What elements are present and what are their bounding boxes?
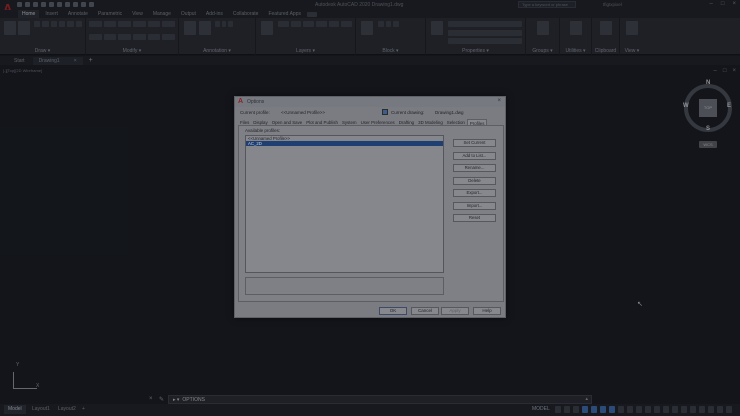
list-item[interactable]: AC_2D [246, 141, 443, 146]
profiles-tab-content: Available profiles: <<Unnamed Profile>> … [238, 126, 504, 302]
tab-display[interactable]: Display [251, 119, 269, 125]
autocad-window: A Autodesk AutoCAD 2020 Drawing1.dwg Typ… [0, 0, 740, 416]
rename-button[interactable]: Rename... [453, 164, 496, 172]
dialog-title-bar[interactable]: A Options × [235, 97, 505, 107]
apply-button[interactable]: Apply [441, 307, 469, 315]
dialog-title: Options [247, 99, 265, 105]
tab-user-preferences[interactable]: User Preferences [359, 119, 397, 125]
tab-3d-modeling[interactable]: 3D Modeling [416, 119, 445, 125]
current-profile-label: Current profile: [240, 110, 270, 115]
profiles-list[interactable]: <<Unnamed Profile>> AC_2D [245, 135, 444, 273]
options-dialog: A Options × Current profile: <<Unnamed P… [234, 96, 506, 318]
ok-button[interactable]: OK [379, 307, 407, 315]
current-drawing-label: Current drawing: [391, 110, 425, 115]
dialog-logo: A [238, 98, 244, 105]
dialog-close-icon[interactable]: × [497, 98, 501, 104]
tab-drafting[interactable]: Drafting [397, 119, 416, 125]
delete-button[interactable]: Delete [453, 177, 496, 185]
cancel-button[interactable]: Cancel [411, 307, 439, 315]
tab-selection[interactable]: Selection [445, 119, 467, 125]
tab-profiles[interactable]: Profiles [466, 119, 488, 126]
drawing-file-icon [382, 109, 388, 115]
current-drawing-value: Drawing1.dwg [435, 110, 464, 115]
export-button[interactable]: Export... [453, 189, 496, 197]
options-tabs: Files Display Open and Save Plot and Pub… [238, 119, 504, 126]
tab-open-and-save[interactable]: Open and Save [270, 119, 305, 125]
import-button[interactable]: Import... [453, 202, 496, 210]
reset-button[interactable]: Reset [453, 214, 496, 222]
help-button[interactable]: Help [473, 307, 501, 315]
tab-system[interactable]: System [340, 119, 359, 125]
available-profiles-label: Available profiles: [245, 128, 281, 133]
add-to-list-button[interactable]: Add to List... [453, 152, 496, 160]
current-profile-value: <<Unnamed Profile>> [281, 110, 326, 115]
tab-files[interactable]: Files [238, 119, 251, 125]
tab-plot-and-publish[interactable]: Plot and Publish [304, 119, 340, 125]
set-current-button[interactable]: Set Current [453, 139, 496, 147]
profile-description [245, 277, 444, 295]
